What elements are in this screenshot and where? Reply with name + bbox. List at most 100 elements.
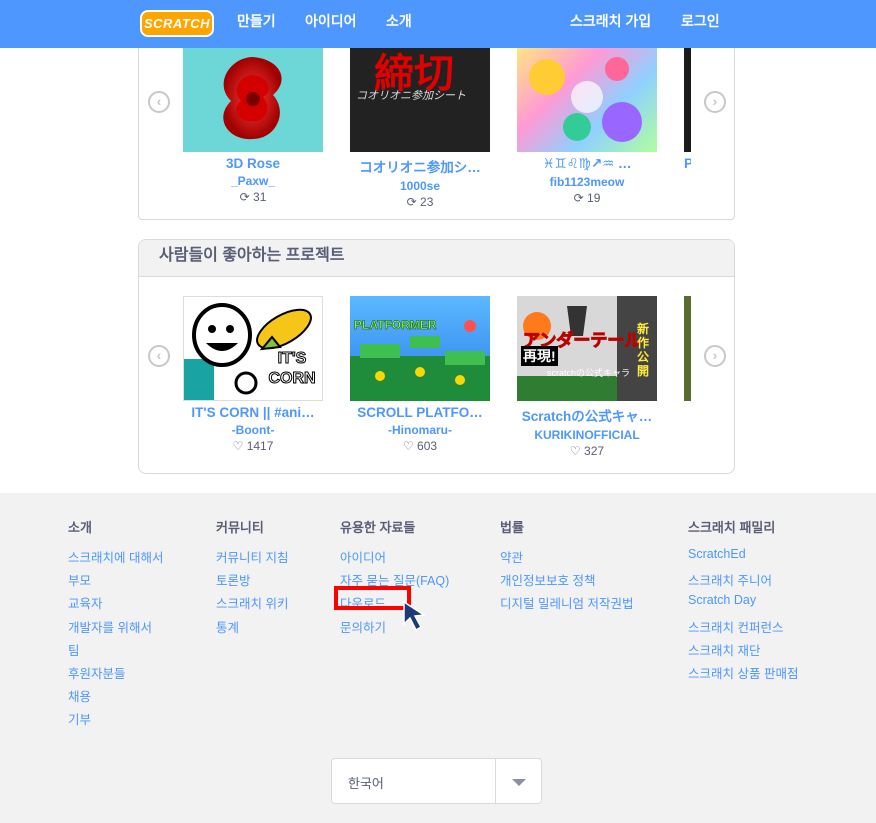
project-author[interactable]: fib1123meow [517,175,657,189]
project-author[interactable]: KURIKINOFFICIAL [517,428,657,442]
project-card[interactable]: 3D Rose _Paxw_ ⟳ 31 [183,47,323,204]
project-thumbnail[interactable]: IT'S CORN [183,296,323,401]
project-card[interactable]: アンダーテール 再現! scratchの公式キャラ 新作公開 Scratchの公… [517,296,657,458]
login-link[interactable]: 로그인 [681,0,720,48]
project-thumbnail[interactable] [183,47,323,152]
footer-link[interactable]: 통계 [216,617,288,640]
project-title[interactable]: ♓♊♌♍↗♒ … [517,156,657,172]
project-author[interactable]: -Hinomaru- [350,423,490,437]
thumb-japanese-sub: コオリオニ参加シート [356,90,466,102]
section-title: 사람들이 좋아하는 프로젝트 [139,240,734,277]
project-card[interactable]: PLATFORMER SCROLL PLATFO… -Hinomaru- ♡ 6… [350,296,490,453]
remix-count: 19 [587,191,601,205]
carousel-next-icon[interactable]: › [704,91,726,113]
project-stat: ♡ 1417 [183,439,323,453]
love-count: 1417 [246,439,274,453]
footer-link[interactable]: 스크래치 컨퍼런스 [688,617,798,640]
remix-count: 31 [253,190,267,204]
nav-create[interactable]: 만들기 [237,0,276,48]
footer-link[interactable]: 개발자를 위해서 [68,617,163,640]
project-card-partial[interactable] [684,296,691,401]
footer-link[interactable]: 후원자분들 [68,663,163,686]
footer-link[interactable]: 스크래치에 대해서 [68,547,163,570]
footer-link[interactable]: 디지털 밀레니엄 저작권법 [500,593,633,616]
footer-col-about: 소개 스크래치에 대해서 부모 교육자 개발자를 위해서 팀 후원자분들 채용 … [68,517,163,733]
language-select[interactable]: 한국어 [331,758,542,804]
project-carousel-top: ‹ › 3D Rose _Paxw_ ⟳ 31 締切 コオリオニ参加シート コオ… [138,20,735,220]
footer-col-community: 커뮤니티 커뮤니티 지침 토론방 스크래치 위키 통계 [216,517,288,640]
footer-heading: 스크래치 패밀리 [688,520,776,535]
project-thumbnail[interactable]: PLATFORMER [350,296,490,401]
footer-link[interactable]: 채용 [68,686,163,709]
remix-count: 23 [420,195,434,209]
footer-link[interactable]: 부모 [68,570,163,593]
footer-link[interactable]: 팀 [68,640,163,663]
footer-heading: 커뮤니티 [216,520,264,535]
thumb-platformer-text: PLATFORMER [354,318,437,333]
thumb-undertale-sub: 再現! [521,346,558,366]
language-value: 한국어 [348,776,384,791]
footer-link[interactable]: 스크래치 재단 [688,640,798,663]
nav-about[interactable]: 소개 [386,0,412,48]
project-card[interactable]: 締切 コオリオニ参加シート コオリオニ参加シ… 1000se ⟳ 23 [350,47,490,209]
project-stat: ⟳ 31 [183,190,323,204]
heart-icon: ♡ [402,439,414,453]
heart-icon: ♡ [232,439,244,453]
footer-link[interactable]: 문의하기 [340,617,449,640]
footer-link[interactable]: 토론방 [216,570,288,593]
project-card[interactable]: ♓♊♌♍↗♒ … fib1123meow ⟳ 19 [517,47,657,205]
footer-link[interactable]: Scratch Day [688,593,798,616]
footer-link[interactable]: 커뮤니티 지침 [216,547,288,570]
footer-link[interactable]: 스크래치 주니어 [688,570,798,593]
mouse-cursor-icon [403,600,427,632]
footer-link[interactable]: 기부 [68,709,163,732]
footer-link[interactable]: 아이디어 [340,547,449,570]
carousel-next-icon[interactable]: › [704,345,726,367]
scratch-logo[interactable]: SCRATCH [140,10,214,37]
footer-heading: 유용한 자료들 [340,520,416,535]
thumb-undertale-official: scratchの公式キャラ [547,368,631,378]
carousel-prev-icon[interactable]: ‹ [148,91,170,113]
love-count: 327 [584,444,605,458]
project-thumbnail[interactable] [684,296,691,401]
thumb-corn-text: IT'S CORN [268,350,316,388]
footer-link[interactable]: 스크래치 상품 판매점 [688,663,798,686]
footer-link[interactable]: 교육자 [68,593,163,616]
heart-icon: ♡ [569,444,581,458]
project-thumbnail[interactable]: 締切 コオリオニ参加シート [350,47,490,152]
join-scratch-link[interactable]: 스크래치 가입 [570,0,651,48]
project-author[interactable]: 1000se [350,179,490,193]
project-title[interactable]: P [684,156,691,171]
project-card[interactable]: IT'S CORN IT'S CORN || #ani… -Boont- ♡ 1… [183,296,323,453]
project-author[interactable]: _Paxw_ [183,174,323,188]
footer-link[interactable]: 스크래치 위키 [216,593,288,616]
project-title[interactable]: コオリオニ参加シ… [350,156,490,176]
project-title[interactable]: 3D Rose [183,156,323,171]
project-author[interactable]: -Boont- [183,423,323,437]
project-title[interactable]: Scratchの公式キャ… [517,405,657,425]
remix-icon: ⟳ [406,195,417,209]
project-title[interactable]: SCROLL PLATFO… [350,405,490,420]
love-count: 603 [417,439,438,453]
popular-projects-carousel: 사람들이 좋아하는 프로젝트 ‹ › IT'S CORN IT'S CORN |… [138,239,735,474]
language-divider [495,759,496,803]
chevron-down-icon[interactable] [512,779,526,786]
footer-heading: 소개 [68,520,92,535]
footer-col-family: 스크래치 패밀리 ScratchEd 스크래치 주니어 Scratch Day … [688,517,798,686]
footer-col-legal: 법률 약관 개인정보보호 정책 디지털 밀레니엄 저작권법 [500,517,633,617]
project-thumbnail[interactable]: アンダーテール 再現! scratchの公式キャラ 新作公開 [517,296,657,401]
remix-icon: ⟳ [573,191,584,205]
nav-ideas[interactable]: 아이디어 [305,0,357,48]
footer-heading: 법률 [500,520,524,535]
footer-link[interactable]: 개인정보보호 정책 [500,570,633,593]
footer-link[interactable]: 약관 [500,547,633,570]
footer-link[interactable]: ScratchEd [688,547,798,570]
project-stat: ⟳ 19 [517,191,657,205]
project-title[interactable]: IT'S CORN || #ani… [183,405,323,420]
project-card-partial[interactable]: P [684,47,691,171]
project-thumbnail[interactable] [517,47,657,152]
project-thumbnail[interactable] [684,47,691,152]
carousel-prev-icon[interactable]: ‹ [148,345,170,367]
project-stat: ♡ 327 [517,444,657,458]
thumb-new-release: 新作公開 [636,322,649,378]
